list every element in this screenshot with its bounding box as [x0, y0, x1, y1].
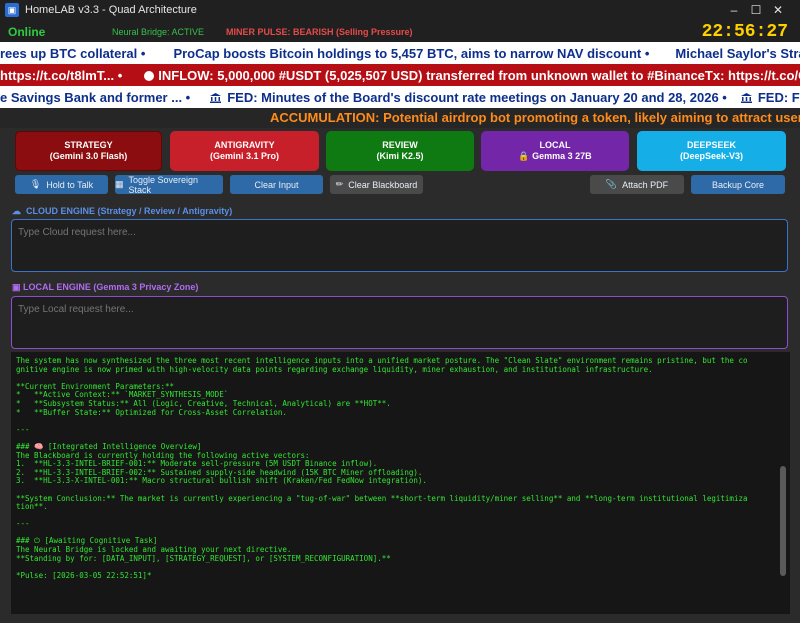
antigravity-engine-button[interactable]: ANTIGRAVITY (Gemini 3.1 Pro) — [170, 131, 319, 171]
local-engine-label: ▣ LOCAL ENGINE (Gemma 3 Privacy Zone) — [12, 282, 199, 292]
engine-model: (Gemini 3.0 Flash) — [49, 151, 128, 161]
local-engine-button[interactable]: LOCAL 🔒 Gemma 3 27B — [481, 131, 629, 171]
deepseek-engine-button[interactable]: DEEPSEEK (DeepSeek-V3) — [637, 131, 786, 171]
ticker-item: e Savings Bank and former ... • — [0, 89, 191, 105]
engine-model: (Kimi K2.5) — [376, 151, 424, 161]
lock-icon: 🔒 — [518, 151, 530, 161]
brush-icon: ✏ — [335, 179, 344, 189]
bank-icon — [210, 92, 222, 103]
cloud-icon: ☁ — [12, 206, 21, 216]
ticker-item: rees up BTC collateral • — [0, 45, 146, 61]
engine-title: REVIEW — [382, 140, 418, 150]
toggle-sovereign-stack-button[interactable]: ▦ Toggle Sovereign Stack — [115, 175, 223, 195]
news-ticker-3: e Savings Bank and former ... • FED: Min… — [0, 86, 800, 108]
engine-title: ANTIGRAVITY — [214, 140, 275, 150]
neural-bridge-status: Neural Bridge: ACTIVE — [112, 27, 205, 37]
accumulation-alert: ACCUMULATION: Potential airdrop bot prom… — [270, 110, 800, 125]
close-icon[interactable]: ✕ — [756, 0, 800, 20]
miner-pulse-status: MINER PULSE: BEARISH (Selling Pressure) — [226, 27, 413, 37]
backup-core-button[interactable]: Backup Core — [691, 175, 785, 194]
main-panel: STRATEGY (Gemini 3.0 Flash) ANTIGRAVITY … — [0, 128, 800, 623]
ticker-item: Michael Saylor's Strategy buys $204M of — [675, 45, 800, 61]
strategy-engine-button[interactable]: STRATEGY (Gemini 3.0 Flash) — [15, 131, 162, 171]
ticker-item: ProCap boosts Bitcoin holdings to 5,457 … — [173, 45, 650, 61]
ticker-item: INFLOW: 5,000,000 #USDT (5,025,507 USD) … — [158, 67, 800, 83]
window-title: HomeLAB v3.3 - Quad Architecture — [25, 4, 197, 16]
status-bar: Online Neural Bridge: ACTIVE MINER PULSE… — [0, 20, 800, 44]
signal-banner: ACCUMULATION: Potential airdrop bot prom… — [0, 108, 800, 128]
console-scrollbar[interactable] — [780, 466, 786, 576]
online-status: Online — [8, 25, 46, 39]
homelab-app-icon: ▣ — [5, 3, 19, 17]
ticker-item: https://t.co/t8lmT... • — [0, 67, 123, 83]
engine-title: DEEPSEEK — [686, 140, 737, 150]
bank-icon — [740, 92, 752, 103]
cloud-engine-label: ☁ CLOUD ENGINE (Strategy / Review / Anti… — [12, 206, 233, 216]
engine-title: STRATEGY — [64, 140, 113, 150]
clear-input-button[interactable]: Clear Input — [230, 175, 323, 194]
hold-to-talk-button[interactable]: 🎙 Hold to Talk — [15, 175, 108, 194]
paperclip-icon: 📎 — [605, 179, 618, 189]
local-request-box — [11, 296, 788, 349]
blackboard-output[interactable]: The system has now synthesized the three… — [11, 352, 790, 614]
engine-title: LOCAL — [539, 140, 571, 150]
engine-model: (Gemini 3.1 Pro) — [209, 151, 280, 161]
shield-icon: ▣ — [12, 282, 21, 292]
clock: 22:56:27 — [701, 22, 788, 42]
attach-pdf-button[interactable]: 📎 Attach PDF — [590, 175, 684, 194]
news-ticker-1: rees up BTC collateral • ProCap boosts B… — [0, 42, 800, 64]
stack-icon: ▦ — [115, 179, 124, 189]
cloud-request-box — [11, 219, 788, 272]
engine-model: Gemma 3 27B — [532, 151, 592, 161]
cloud-request-input[interactable] — [12, 220, 787, 245]
clear-blackboard-button[interactable]: ✏ Clear Blackboard — [330, 175, 423, 194]
ticker-item: FED: Minutes of the Board's discount rat… — [227, 89, 727, 105]
review-engine-button[interactable]: REVIEW (Kimi K2.5) — [326, 131, 474, 171]
microphone-icon: 🎙 — [29, 179, 42, 189]
local-request-input[interactable] — [12, 297, 787, 322]
alert-dot-icon — [144, 70, 155, 81]
title-bar: ▣ HomeLAB v3.3 - Quad Architecture – ☐ ✕ — [0, 0, 800, 20]
ticker-item: FED: Federal Res — [757, 89, 800, 105]
news-ticker-2: https://t.co/t8lmT... • INFLOW: 5,000,00… — [0, 64, 800, 86]
engine-model: (DeepSeek-V3) — [679, 151, 744, 161]
